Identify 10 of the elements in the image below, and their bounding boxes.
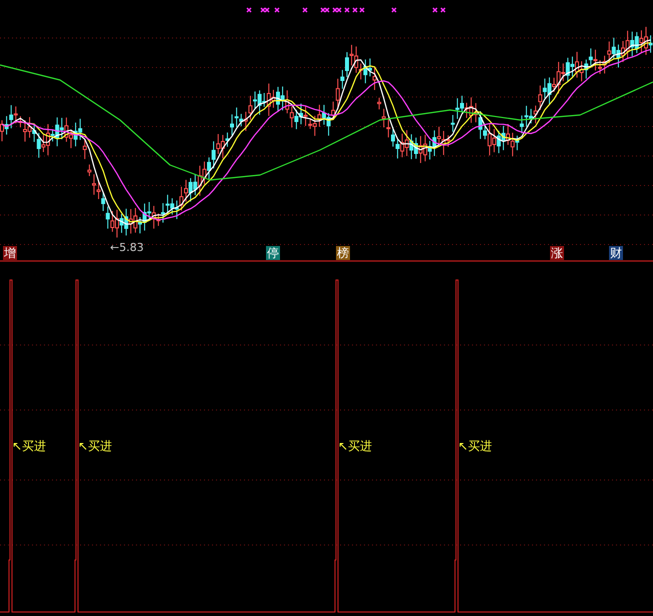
buy-signal-label: ↖买进 — [12, 440, 46, 452]
price-low-label: ←5.83 — [110, 242, 144, 253]
indicator-tag: 榜 — [336, 246, 350, 260]
buy-signal-label: ↖买进 — [338, 440, 372, 452]
indicator-tag: 增 — [3, 246, 17, 260]
indicator-tag: 涨 — [550, 246, 564, 260]
buy-signal-label: ↖买进 — [78, 440, 112, 452]
indicator-tag: 停 — [266, 246, 280, 260]
indicator-tag: 财 — [609, 246, 623, 260]
buy-signal-label: ↖买进 — [458, 440, 492, 452]
